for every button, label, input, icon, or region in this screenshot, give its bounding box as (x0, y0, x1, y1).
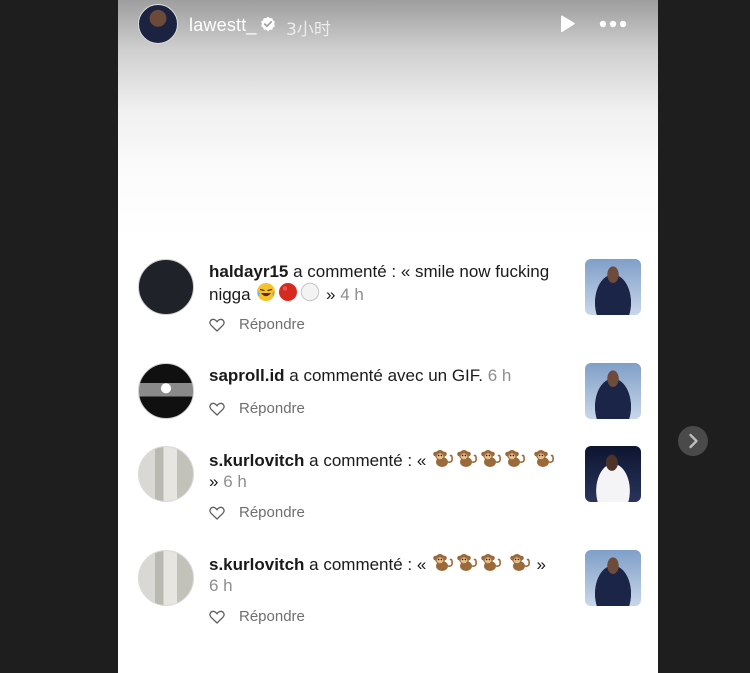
next-story-button[interactable] (678, 426, 708, 456)
monkey-emoji-icon (457, 554, 478, 571)
commenter-avatar[interactable] (138, 550, 194, 606)
monkey-emoji-icon (433, 450, 454, 467)
commenter-username[interactable]: s.kurlovitch (209, 451, 304, 470)
monkey-emoji-icon (481, 450, 502, 467)
like-heart-icon[interactable] (209, 402, 225, 416)
comment-text: saproll.id a commenté avec un GIF. 6 h (209, 365, 559, 386)
more-icon[interactable] (599, 17, 627, 31)
monkey-emoji-icon (533, 450, 554, 467)
comment-item: saproll.id a commenté avec un GIF. 6 h R… (118, 363, 658, 453)
comment-item: s.kurlovitch a commenté : « » 6 h Répond… (118, 446, 658, 536)
like-heart-icon[interactable] (209, 610, 225, 624)
comment-time: 6 h (487, 366, 512, 385)
commenter-avatar[interactable] (138, 259, 194, 315)
monkey-emoji-icon (457, 450, 478, 467)
monkey-emoji-icon (433, 554, 454, 571)
reply-button[interactable]: Répondre (239, 504, 305, 521)
commenter-username[interactable]: saproll.id (209, 366, 285, 385)
laughing-emoji-icon (257, 283, 276, 301)
comment-item: haldayr15 a commenté : « smile now fucki… (118, 259, 658, 349)
comment-item: s.kurlovitch a commenté : « » 6 h Répond… (118, 550, 658, 640)
comment-quote-close: » (209, 472, 224, 491)
post-thumbnail[interactable] (585, 363, 641, 419)
post-thumbnail[interactable] (585, 550, 641, 606)
comment-text: s.kurlovitch a commenté : « » 6 h (209, 552, 559, 596)
commenter-avatar[interactable] (138, 363, 194, 419)
comment-quote-close: » (531, 555, 546, 574)
commenter-username[interactable]: s.kurlovitch (209, 555, 304, 574)
white-circle-emoji-icon (301, 282, 320, 302)
chevron-right-icon (689, 433, 698, 449)
commenter-username[interactable]: haldayr15 (209, 262, 288, 281)
comment-time: 6 h (209, 576, 233, 595)
red-circle-emoji-icon (279, 283, 298, 301)
post-thumbnail[interactable] (585, 259, 641, 315)
post-time: 3小时 (286, 20, 331, 40)
author-avatar[interactable] (138, 4, 178, 44)
reply-button[interactable]: Répondre (239, 608, 305, 625)
reply-button[interactable]: Répondre (239, 316, 305, 333)
comment-body: a commenté avec un GIF. (284, 366, 488, 385)
monkey-emoji-icon (481, 554, 502, 571)
monkey-emoji-icon (509, 554, 530, 571)
commenter-avatar[interactable] (138, 446, 194, 502)
comment-body: a commenté : « (304, 555, 432, 574)
author-username[interactable]: lawestt_ (189, 15, 257, 36)
like-heart-icon[interactable] (209, 318, 225, 332)
verified-badge-icon (261, 16, 275, 32)
comment-text: s.kurlovitch a commenté : « » 6 h (209, 448, 559, 492)
play-icon[interactable] (557, 14, 577, 34)
like-heart-icon[interactable] (209, 506, 225, 520)
comment-quote-close: » (321, 285, 341, 304)
comment-body: a commenté : « (304, 451, 432, 470)
post-thumbnail[interactable] (585, 446, 641, 502)
monkey-emoji-icon (505, 450, 526, 467)
story-header: lawestt_ 3小时 (118, 0, 658, 52)
comment-time: 6 h (223, 472, 247, 491)
comment-time: 4 h (340, 285, 364, 304)
story-frame: lawestt_ 3小时 haldayr15 a commenté : « sm… (118, 0, 658, 673)
reply-button[interactable]: Répondre (239, 400, 305, 417)
comment-text: haldayr15 a commenté : « smile now fucki… (209, 261, 559, 305)
